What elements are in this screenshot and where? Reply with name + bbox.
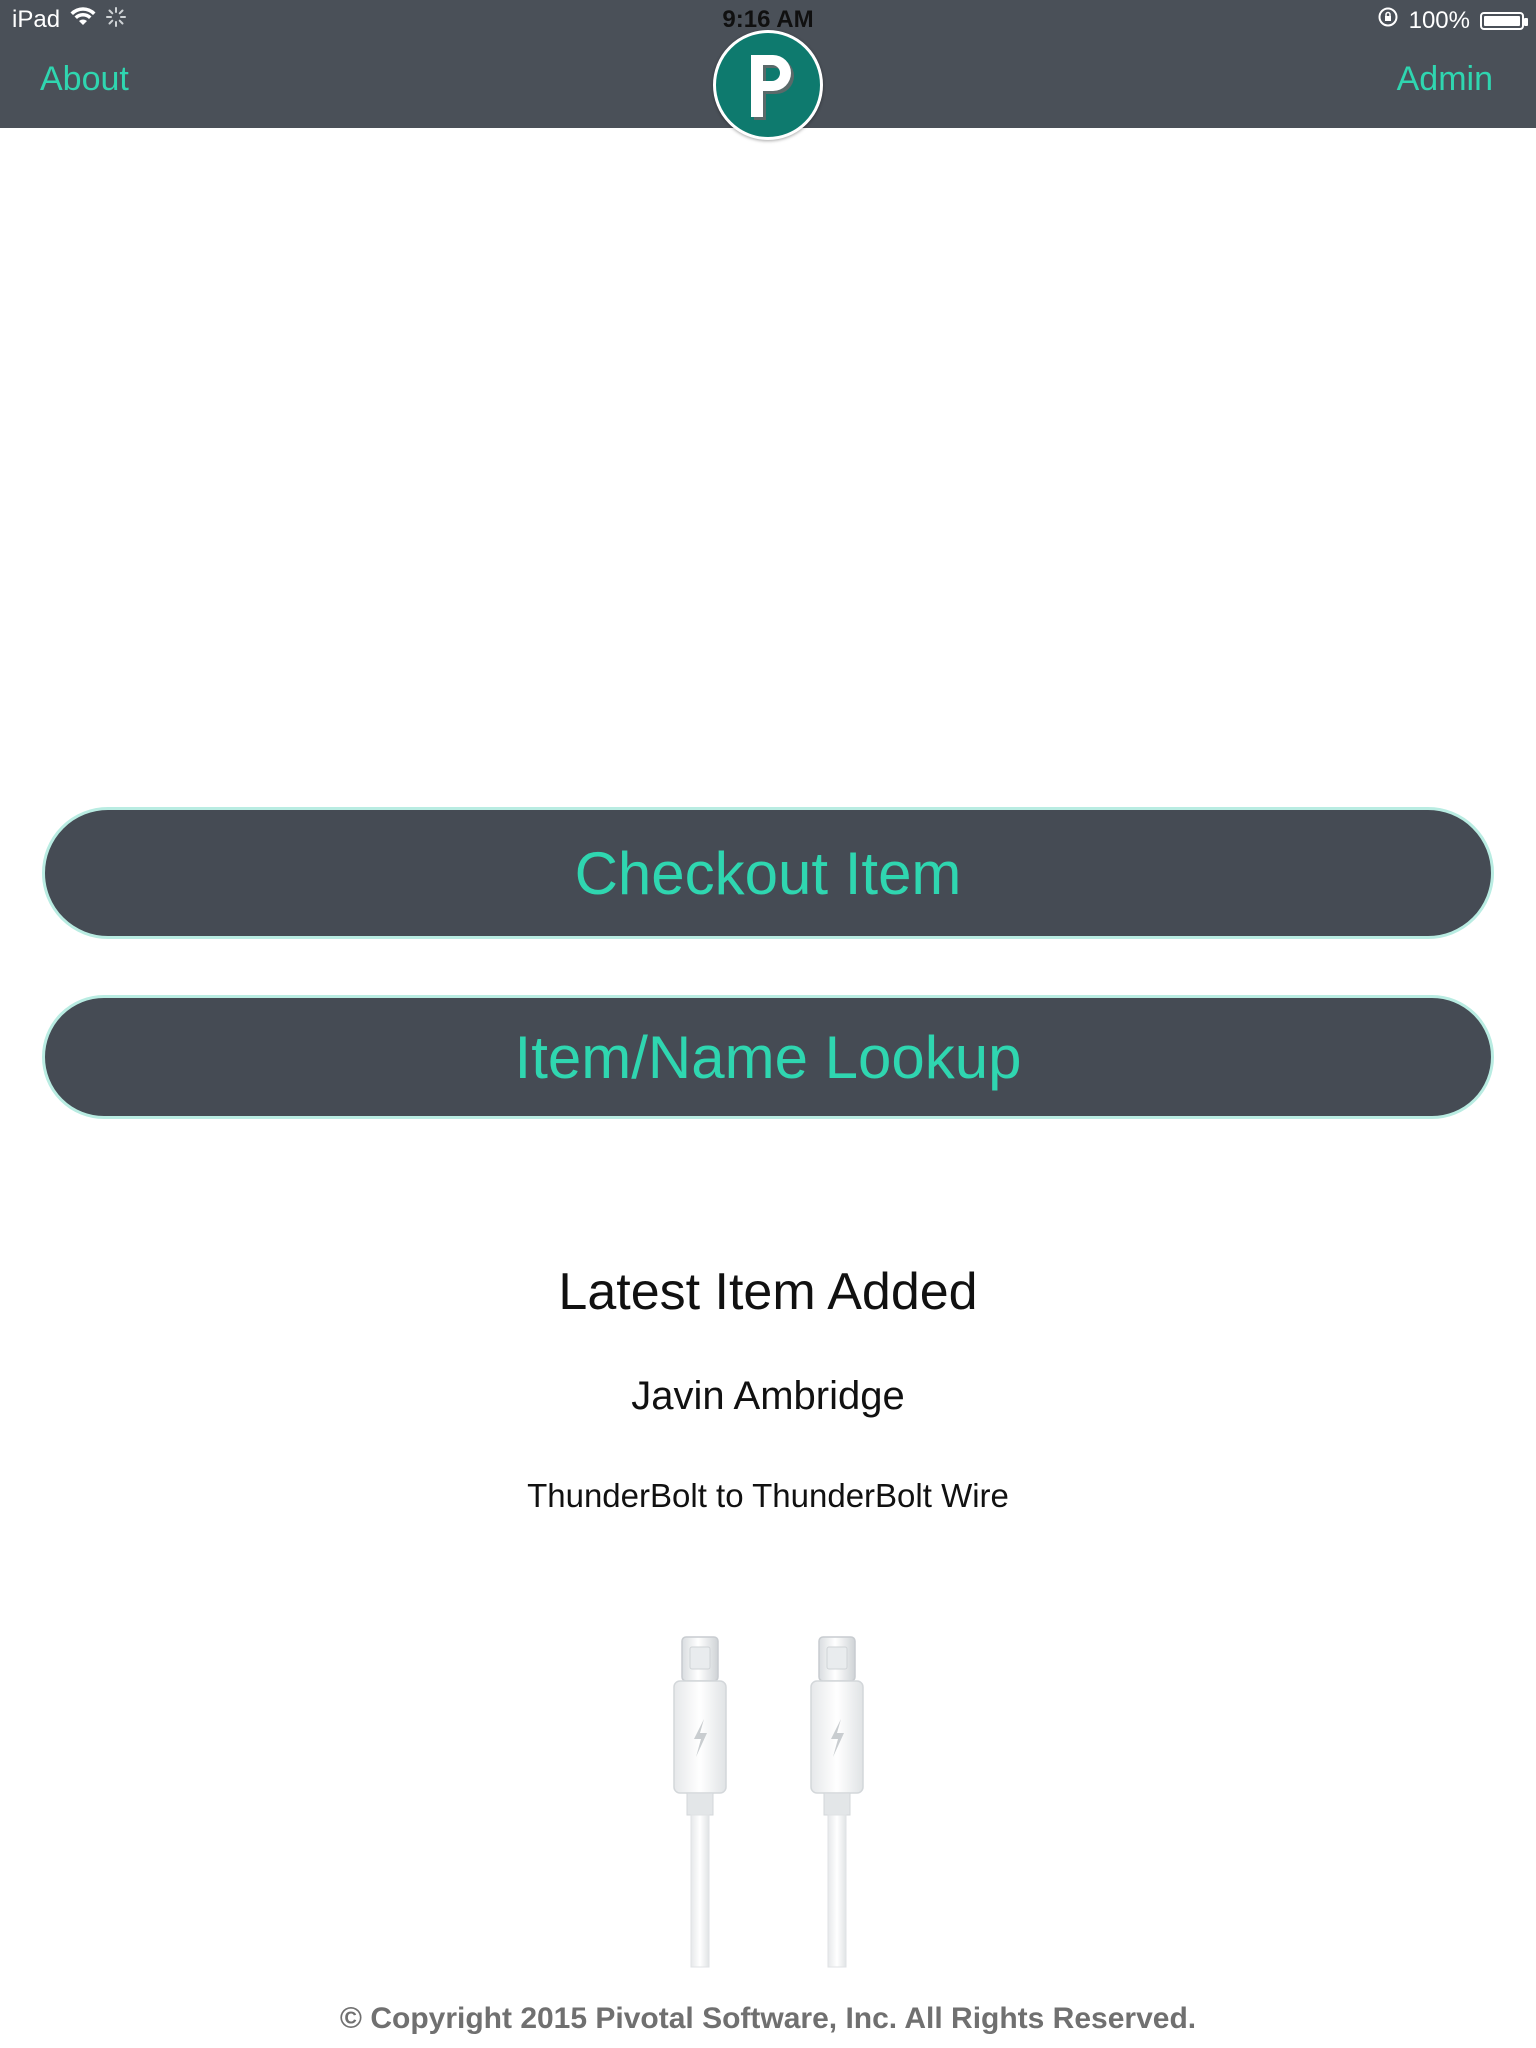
battery-icon [1480, 11, 1528, 30]
item-name-lookup-button[interactable]: Item/Name Lookup [42, 995, 1494, 1119]
latest-item-heading: Latest Item Added [558, 1263, 978, 1321]
battery-percent: 100% [1408, 6, 1470, 34]
logo-p-icon [713, 30, 823, 140]
checkout-item-button[interactable]: Checkout Item [42, 807, 1494, 939]
status-right: 100% [1377, 6, 1528, 35]
copyright-footer: © Copyright 2015 Pivotal Software, Inc. … [339, 2002, 1197, 2035]
app-screen: iPad 9:16 AM 100% About Admin Checkout I… [0, 0, 1536, 2048]
latest-item-name: ThunderBolt to ThunderBolt Wire [527, 1477, 1009, 1514]
about-link[interactable]: About [40, 60, 129, 99]
orientation-lock-icon [1377, 6, 1399, 35]
latest-item-person: Javin Ambridge [631, 1374, 905, 1418]
admin-link[interactable]: Admin [1397, 60, 1493, 99]
thunderbolt-cable-image [660, 1635, 900, 1970]
top-bar: iPad 9:16 AM 100% About Admin [0, 0, 1536, 140]
